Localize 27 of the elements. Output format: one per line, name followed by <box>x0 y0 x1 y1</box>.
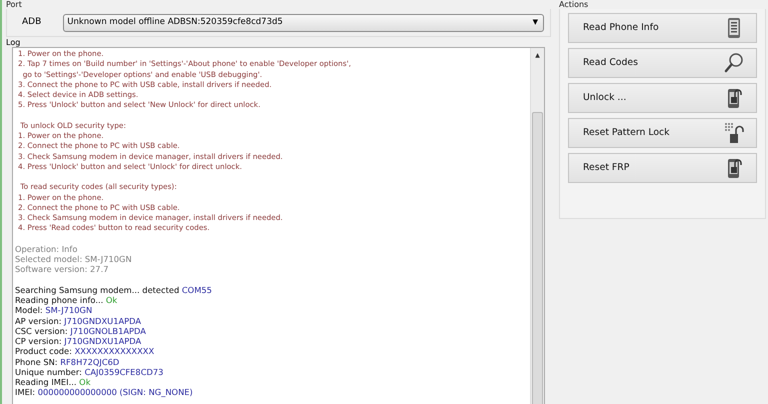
action-button[interactable]: Reset Pattern Lock <box>568 118 757 148</box>
actions-group-title: Actions <box>559 0 590 9</box>
log-line: IMEI: 000000000000000 (SIGN: NG_NONE) <box>15 387 193 398</box>
action-button[interactable]: Unlock ... <box>568 83 757 113</box>
log-line: Software version: 27.7 <box>15 264 109 274</box>
log-line: Unique number: CAJ0359CFE8CD73 <box>15 366 164 377</box>
log-line: Product code: XXXXXXXXXXXXXX <box>15 346 154 356</box>
action-button[interactable]: Read Codes <box>568 48 757 78</box>
action-button[interactable]: Reset FRP <box>568 153 757 183</box>
log-line: Phone SN: RF8H72QJC6D <box>15 356 120 366</box>
log-line: Model: SM-J710GN <box>15 305 92 316</box>
log-line: Reading phone info... Ok <box>15 295 118 305</box>
port-label: ADB <box>22 16 42 29</box>
search-icon <box>724 52 744 74</box>
log-group-title: Log <box>6 38 22 47</box>
log-line: AP version: J710GNDXU1APDA <box>15 316 142 326</box>
log-line: CP version: J710GNDXU1APDA <box>15 336 142 346</box>
scrollbar-thumb[interactable] <box>532 112 543 404</box>
log-line: CSC version: J710GNOLB1APDA <box>15 326 146 336</box>
log-line: Reading IMEI... Ok <box>15 377 91 387</box>
log-line: Operation: Info <box>15 244 78 254</box>
log-line: Searching Samsung modem... detected COM55 <box>15 284 212 295</box>
port-group-title: Port <box>6 0 23 9</box>
dropdown-value: Unknown model offline ADBSN:520359cfe8cd73d5 <box>67 16 283 29</box>
log-line: Selected model: SM-J710GN <box>15 254 132 264</box>
pattern-padlock-icon <box>724 122 744 144</box>
action-button[interactable]: Read Phone Info <box>568 13 757 43</box>
